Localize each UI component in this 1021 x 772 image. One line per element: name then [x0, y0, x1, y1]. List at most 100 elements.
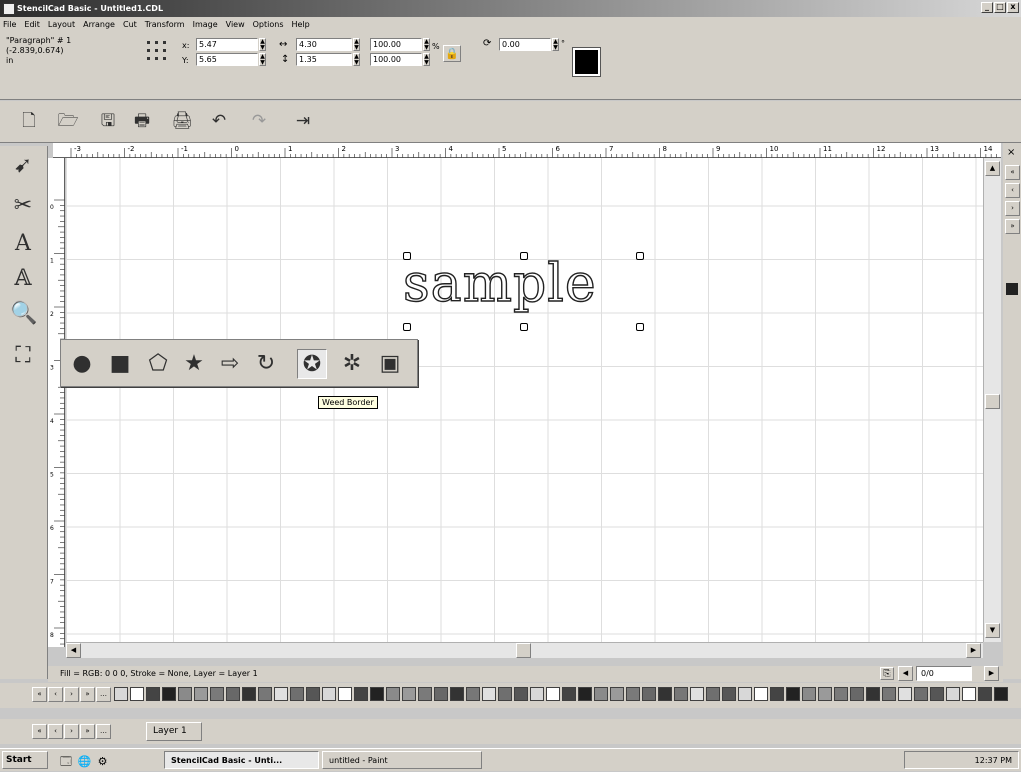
vertical-scrollbar[interactable]: ▲ ▼ — [983, 158, 1001, 642]
y-spin-arrows[interactable]: ▲ ▼ — [259, 53, 266, 66]
palette-swatch[interactable] — [210, 687, 224, 701]
palette-first-button[interactable]: « — [32, 687, 47, 702]
scale-x-field[interactable]: 100.00 — [370, 38, 422, 51]
width-field[interactable]: 4.30 — [296, 38, 352, 51]
menu-view[interactable]: View — [226, 20, 245, 29]
page-icon[interactable]: ⎘ — [880, 667, 894, 680]
menu-edit[interactable]: Edit — [24, 20, 40, 29]
palette-swatch[interactable] — [834, 687, 848, 701]
palette-swatch[interactable] — [306, 687, 320, 701]
close-button[interactable]: x — [1007, 2, 1019, 13]
menu-help[interactable]: Help — [292, 20, 310, 29]
scroll-right-button[interactable]: ▶ — [966, 643, 981, 658]
rotation-spin-arrows[interactable]: ▲ ▼ — [552, 38, 559, 51]
scroll-down-button[interactable]: ▼ — [985, 623, 1000, 638]
docker-prev-icon[interactable]: ‹ — [1005, 183, 1020, 198]
palette-swatch[interactable] — [370, 687, 384, 701]
palette-swatch[interactable] — [338, 687, 352, 701]
palette-swatch[interactable] — [754, 687, 768, 701]
pointer-tool-icon[interactable]: ➹ — [10, 152, 36, 180]
exit-icon[interactable]: ⇥ — [290, 107, 316, 135]
task-stencilcad[interactable]: StencilCad Basic - Unti... — [164, 751, 319, 769]
selection-handle-br[interactable] — [636, 323, 644, 331]
palette-swatch[interactable] — [194, 687, 208, 701]
x-field[interactable]: 5.47 — [196, 38, 258, 51]
selection-handle-tr[interactable] — [636, 252, 644, 260]
palette-more-button[interactable]: … — [96, 687, 111, 702]
palette-swatch[interactable] — [162, 687, 176, 701]
palette-swatch[interactable] — [978, 687, 992, 701]
palette-swatch[interactable] — [114, 687, 128, 701]
palette-swatch[interactable] — [258, 687, 272, 701]
arc-tool-icon[interactable]: ↻ — [251, 349, 281, 379]
layer-prev-button[interactable]: ‹ — [48, 724, 63, 739]
menu-image[interactable]: Image — [193, 20, 218, 29]
selection-handle-bl[interactable] — [403, 323, 411, 331]
palette-swatch[interactable] — [530, 687, 544, 701]
palette-swatch[interactable] — [850, 687, 864, 701]
palette-last-button[interactable]: » — [80, 687, 95, 702]
palette-swatch[interactable] — [386, 687, 400, 701]
rotation-field[interactable]: 0.00 — [499, 38, 551, 51]
palette-swatch[interactable] — [466, 687, 480, 701]
quick-launch-icons[interactable]: 🗔🌐⚙ — [60, 753, 113, 772]
maximize-button[interactable]: □ — [994, 2, 1006, 13]
save-file-icon[interactable]: 🖫 — [95, 107, 121, 135]
arrow-tool-icon[interactable]: ⇨ — [215, 349, 245, 379]
scale-x-spin-arrows[interactable]: ▲ ▼ — [423, 38, 430, 51]
page-prev-button[interactable]: ◀ — [898, 666, 913, 681]
palette-swatch[interactable] — [706, 687, 720, 701]
palette-swatch[interactable] — [562, 687, 576, 701]
palette-swatch[interactable] — [178, 687, 192, 701]
palette-swatch[interactable] — [402, 687, 416, 701]
drawing-canvas[interactable] — [66, 158, 983, 642]
palette-swatch[interactable] — [450, 687, 464, 701]
star-tool-icon[interactable]: ★ — [179, 349, 209, 379]
sample-text-object[interactable]: sample — [402, 255, 597, 312]
fill-color-swatch[interactable] — [572, 47, 601, 77]
pentagon-tool-icon[interactable]: ⬠ — [143, 349, 173, 379]
palette-swatch[interactable] — [882, 687, 896, 701]
menu-file[interactable]: File — [3, 20, 16, 29]
palette-swatch[interactable] — [818, 687, 832, 701]
docker-close-icon[interactable]: × — [1007, 147, 1015, 158]
palette-swatch[interactable] — [434, 687, 448, 701]
palette-swatch[interactable] — [658, 687, 672, 701]
layer-last-button[interactable]: » — [80, 724, 95, 739]
task-paint[interactable]: untitled - Paint — [322, 751, 482, 769]
docker-next-icon[interactable]: › — [1005, 201, 1020, 216]
lock-ratio-icon[interactable]: 🔒 — [443, 45, 461, 62]
docker-first-icon[interactable]: « — [1005, 165, 1020, 180]
anchor-grid-icon[interactable] — [146, 40, 168, 62]
palette-swatch[interactable] — [626, 687, 640, 701]
palette-swatch[interactable] — [802, 687, 816, 701]
palette-swatch[interactable] — [738, 687, 752, 701]
minimize-button[interactable]: _ — [981, 2, 993, 13]
scroll-left-button[interactable]: ◀ — [66, 643, 81, 658]
weed-box-tool-icon[interactable]: ▣ — [375, 349, 405, 379]
palette-swatch[interactable] — [594, 687, 608, 701]
scale-y-field[interactable]: 100.00 — [370, 53, 422, 66]
square-tool-icon[interactable]: ■ — [105, 349, 135, 379]
weed-frame-tool-icon[interactable]: ✲ — [337, 349, 367, 379]
height-spin-arrows[interactable]: ▲ ▼ — [353, 53, 360, 66]
undo-icon[interactable]: ↶ — [206, 107, 232, 135]
height-field[interactable]: 1.35 — [296, 53, 352, 66]
y-field[interactable]: 5.65 — [196, 53, 258, 66]
palette-swatch[interactable] — [994, 687, 1008, 701]
scale-y-spin-arrows[interactable]: ▲ ▼ — [423, 53, 430, 66]
layer-first-button[interactable]: « — [32, 724, 47, 739]
palette-swatch[interactable] — [130, 687, 144, 701]
palette-next-button[interactable]: › — [64, 687, 79, 702]
palette-swatch[interactable] — [242, 687, 256, 701]
width-spin-arrows[interactable]: ▲ ▼ — [353, 38, 360, 51]
palette-swatch[interactable] — [482, 687, 496, 701]
palette-swatch[interactable] — [354, 687, 368, 701]
layer-next-button[interactable]: › — [64, 724, 79, 739]
palette-swatch[interactable] — [962, 687, 976, 701]
palette-swatch[interactable] — [866, 687, 880, 701]
palette-swatch[interactable] — [418, 687, 432, 701]
artistic-text-tool-icon[interactable]: 𝔸 — [10, 265, 36, 293]
layer-more-button[interactable]: … — [96, 724, 111, 739]
palette-swatch[interactable] — [898, 687, 912, 701]
